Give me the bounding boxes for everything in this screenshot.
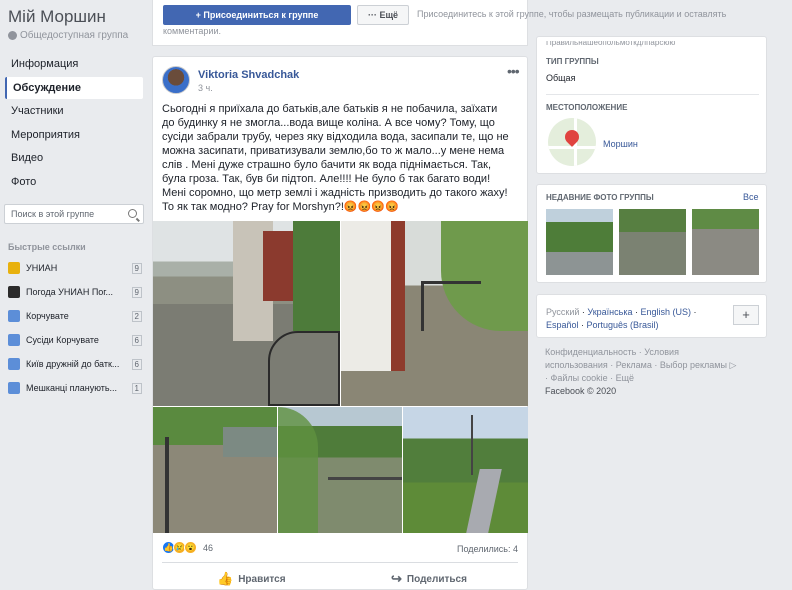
search-icon[interactable]: [128, 209, 137, 218]
about-divider: [546, 94, 759, 95]
post-text: Сьогодні я приїхала до батьків,але батьк…: [162, 103, 509, 213]
footer-line-2-text: использования · Реклама · Выбор рекламы: [545, 360, 727, 370]
location-link[interactable]: Моршин: [603, 139, 638, 149]
join-hint: Присоединитесь к этой группе, чтобы разм…: [417, 9, 727, 19]
map-pin-icon: [562, 127, 582, 147]
quick-link-item[interactable]: Мешканці планують... 1: [8, 380, 142, 396]
nav-item-events[interactable]: Мероприятия: [5, 124, 143, 146]
wow-reaction-icon: 😮: [184, 541, 197, 554]
nav-item-members[interactable]: Участники: [5, 100, 143, 122]
quick-link-label: Корчувате: [26, 311, 69, 321]
language-english[interactable]: English (US): [640, 307, 691, 317]
location-label: МЕСТОПОЛОЖЕНИЕ: [546, 103, 628, 112]
group-type-value: Общая: [546, 73, 576, 83]
language-spanish[interactable]: Español: [546, 320, 579, 330]
ad-choices-icon: ▷: [729, 360, 737, 370]
join-hint-cont: комментарии.: [163, 26, 221, 36]
location-map[interactable]: [548, 118, 596, 166]
post-photo-1[interactable]: [153, 221, 340, 406]
footer-line-1[interactable]: Конфиденциальность · Условия: [545, 346, 736, 359]
quick-link-icon: [8, 262, 20, 274]
nav-item-photos[interactable]: Фото: [5, 171, 143, 193]
post-time[interactable]: 3 ч.: [198, 83, 213, 93]
quick-link-icon: [8, 358, 20, 370]
like-button[interactable]: 👍 Нравится: [217, 571, 286, 587]
language-ukrainian[interactable]: Українська: [587, 307, 632, 317]
group-privacy: Общедоступная группа: [8, 30, 128, 41]
nav-item-info[interactable]: Информация: [5, 53, 143, 75]
copyright: Facebook © 2020: [545, 386, 617, 396]
quick-links-heading: Быстрые ссылки: [8, 242, 86, 252]
reactions-summary[interactable]: 👍 😢 😮 46: [162, 541, 213, 554]
quick-link-count: 9: [131, 262, 142, 274]
post-divider: [162, 562, 518, 563]
recent-photos-card: НЕДАВНИЕ ФОТО ГРУППЫ Все: [536, 184, 767, 283]
recent-photo-3[interactable]: [692, 209, 759, 275]
quick-link-icon: [8, 382, 20, 394]
post-photo-3[interactable]: [153, 407, 277, 533]
about-card: Правильнашеопольмоткдлпарсюю ТИП ГРУППЫ …: [536, 36, 767, 174]
reactions-count: 46: [203, 542, 214, 553]
share-arrow-icon: ↪: [391, 571, 402, 586]
author-avatar[interactable]: [162, 66, 190, 94]
language-active: Русский: [546, 307, 580, 317]
quick-link-icon: [8, 334, 20, 346]
group-type-label: ТИП ГРУППЫ: [546, 57, 599, 66]
join-card: + Присоединиться к группе ··· Ещё Присое…: [152, 0, 726, 46]
thumbs-up-icon: 👍: [217, 571, 234, 586]
language-portuguese[interactable]: Português (Brasil): [587, 320, 659, 330]
quick-link-count: 6: [131, 358, 142, 370]
quick-link-label: Сусіди Корчувате: [26, 335, 99, 345]
shares-count[interactable]: Поделились: 4: [457, 544, 518, 554]
nav-item-videos[interactable]: Видео: [5, 147, 143, 169]
quick-link-label: УНИАН: [26, 263, 58, 273]
quick-link-count: 9: [131, 286, 142, 298]
quick-link-icon: [8, 286, 20, 298]
post-photo-5[interactable]: [403, 407, 528, 533]
group-title[interactable]: Мій Моршин: [8, 7, 106, 27]
footer-links: Конфиденциальность · Условия использован…: [545, 346, 736, 398]
more-button-label: Ещё: [379, 10, 399, 20]
post-photo-4[interactable]: [278, 407, 402, 533]
quick-link-icon: [8, 310, 20, 322]
group-privacy-label: Общедоступная группа: [20, 30, 129, 41]
recent-photos-label: НЕДАВНИЕ ФОТО ГРУППЫ: [546, 193, 654, 202]
quick-link-count: 6: [131, 334, 142, 346]
author-name[interactable]: Viktoria Shvadchak: [198, 69, 299, 81]
search-placeholder: Поиск в этой группе: [11, 209, 95, 219]
globe-icon: [8, 31, 17, 40]
share-button[interactable]: ↪ Поделиться: [391, 571, 467, 587]
share-button-label: Поделиться: [406, 573, 467, 585]
quick-link-item[interactable]: Сусіди Корчувате 6: [8, 332, 142, 348]
quick-link-count: 1: [131, 382, 142, 394]
join-group-button[interactable]: + Присоединиться к группе: [163, 5, 351, 25]
recent-photo-2[interactable]: [619, 209, 686, 275]
quick-link-count: 2: [131, 310, 142, 322]
footer-line-2[interactable]: использования · Реклама · Выбор рекламы …: [545, 359, 736, 372]
quick-link-label: Мешканці планують...: [26, 383, 118, 393]
cut-off-text: Правильнашеопольмоткдлпарсюю: [546, 41, 676, 47]
group-search-input[interactable]: Поиск в этой группе: [4, 204, 144, 224]
quick-link-label: Погода УНИАН Пог...: [26, 287, 113, 297]
quick-link-item[interactable]: УНИАН 9: [8, 260, 142, 276]
add-language-button[interactable]: +: [733, 305, 759, 325]
post-options-icon[interactable]: •••: [507, 63, 520, 79]
left-sidebar: Мій Моршин Общедоступная группа Информац…: [0, 0, 150, 590]
quick-link-label: Київ дружній до батк...: [26, 359, 120, 369]
quick-link-item[interactable]: Київ дружній до батк... 6: [8, 356, 142, 372]
more-button[interactable]: ··· Ещё: [357, 5, 409, 25]
quick-link-item[interactable]: Корчувате 2: [8, 308, 142, 324]
footer-line-3[interactable]: · Файлы cookie · Ещё: [545, 372, 736, 385]
post-card: Viktoria Shvadchak 3 ч. ••• Сьогодні я п…: [152, 56, 528, 590]
quick-link-item[interactable]: Погода УНИАН Пог... 9: [8, 284, 142, 300]
see-all-photos-link[interactable]: Все: [743, 192, 759, 202]
recent-photo-1[interactable]: [546, 209, 613, 275]
language-list: Русский · Українська · English (US) · Es…: [546, 307, 697, 330]
like-button-label: Нравится: [238, 573, 286, 585]
nav-item-discussion[interactable]: Обсуждение: [5, 77, 143, 99]
language-card: Русский · Українська · English (US) · Es…: [536, 294, 767, 338]
post-photo-2[interactable]: [341, 221, 528, 406]
